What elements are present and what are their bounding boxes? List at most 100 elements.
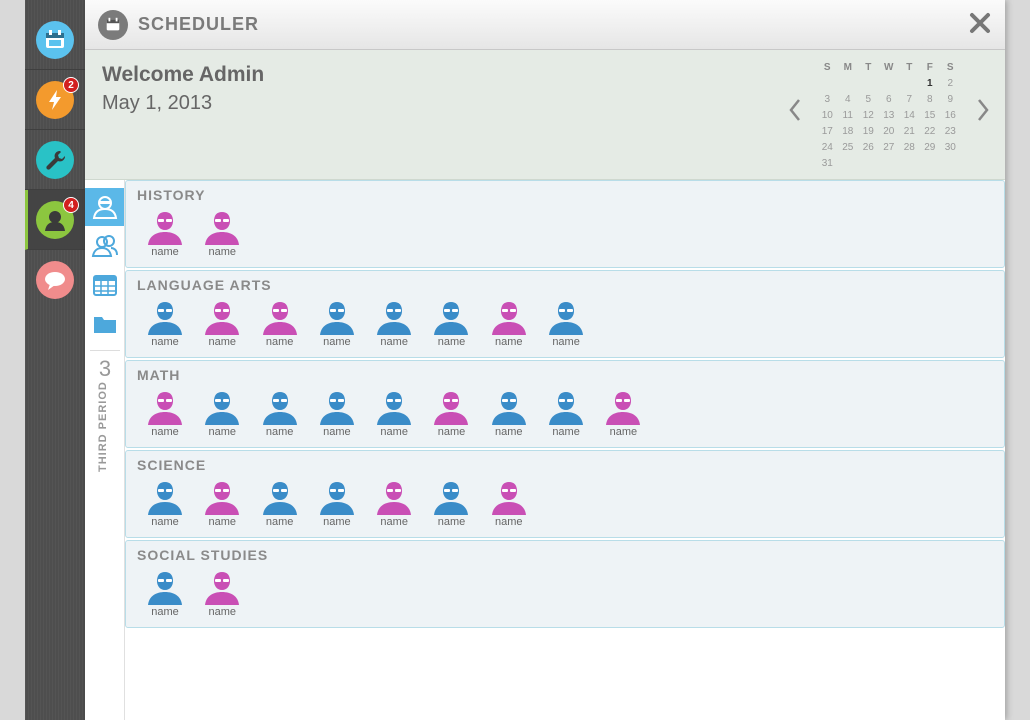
calendar-next-button[interactable] — [973, 95, 993, 125]
users-badge: 4 — [63, 197, 79, 213]
student-name: name — [265, 516, 294, 528]
calendar-day[interactable]: 24 — [817, 140, 838, 156]
rail-item-scheduler[interactable] — [25, 10, 85, 70]
calendar-day[interactable]: 1 — [920, 76, 941, 92]
student-item[interactable]: name — [260, 301, 317, 348]
calendar-day[interactable]: 10 — [817, 108, 838, 124]
student-item[interactable]: name — [431, 301, 488, 348]
student-item[interactable]: name — [546, 391, 603, 438]
student-list: name name name name name name name — [145, 481, 546, 528]
student-item[interactable]: name — [145, 481, 202, 528]
tab-files[interactable] — [85, 305, 124, 343]
student-name: name — [437, 516, 466, 528]
calendar-day[interactable]: 15 — [920, 108, 941, 124]
student-item[interactable]: name — [145, 301, 202, 348]
calendar-day[interactable]: 9 — [940, 92, 961, 108]
rail-item-messages[interactable] — [25, 250, 85, 310]
app-rail: 2 4 — [25, 0, 85, 720]
title-bar: SCHEDULER — [85, 0, 1005, 50]
calendar-day[interactable]: 3 — [817, 92, 838, 108]
student-item[interactable]: name — [317, 301, 374, 348]
calendar-day[interactable]: 14 — [899, 108, 920, 124]
student-item[interactable]: name — [202, 571, 259, 618]
tab-groups[interactable] — [85, 227, 124, 265]
student-item[interactable]: name — [603, 391, 660, 438]
student-item[interactable]: name — [145, 391, 202, 438]
student-item[interactable]: name — [489, 481, 546, 528]
calendar-day[interactable]: 12 — [858, 108, 879, 124]
student-item[interactable]: name — [431, 481, 488, 528]
rail-item-users[interactable]: 4 — [25, 190, 85, 250]
student-item[interactable]: name — [202, 481, 259, 528]
calendar-day[interactable]: 28 — [899, 140, 920, 156]
calendar-empty-cell — [899, 156, 920, 172]
calendar-day[interactable]: 11 — [838, 108, 859, 124]
student-item[interactable]: name — [374, 481, 431, 528]
student-item[interactable]: name — [374, 301, 431, 348]
student-avatar-icon — [377, 302, 412, 335]
calendar-day[interactable]: 22 — [920, 124, 941, 140]
student-item[interactable]: name — [374, 391, 431, 438]
student-item[interactable]: name — [260, 481, 317, 528]
student-name: name — [151, 246, 179, 258]
welcome-header: Welcome Admin May 1, 2013 SMTWTFS1234567… — [85, 50, 1005, 180]
subject-title: MATH — [137, 367, 181, 383]
student-name: name — [208, 426, 237, 438]
student-name: name — [151, 426, 179, 438]
student-avatar-icon — [205, 302, 240, 335]
calendar-day[interactable]: 19 — [858, 124, 879, 140]
group-icon — [91, 235, 118, 257]
calendar-day[interactable]: 31 — [817, 156, 838, 172]
student-avatar-icon — [606, 392, 641, 425]
close-button[interactable] — [969, 12, 991, 34]
rail-item-alerts[interactable]: 2 — [25, 70, 85, 130]
calendar-day[interactable]: 4 — [838, 92, 859, 108]
calendar-day[interactable]: 13 — [879, 108, 900, 124]
calendar-day[interactable]: 8 — [920, 92, 941, 108]
calendar-day[interactable]: 26 — [858, 140, 879, 156]
calendar-day[interactable]: 21 — [899, 124, 920, 140]
calendar-day[interactable]: 30 — [940, 140, 961, 156]
student-item[interactable]: name — [145, 211, 202, 258]
student-item[interactable]: name — [546, 301, 603, 348]
calendar-day[interactable]: 29 — [920, 140, 941, 156]
student-item[interactable]: name — [489, 301, 546, 348]
student-item[interactable]: name — [489, 391, 546, 438]
student-item[interactable]: name — [260, 391, 317, 438]
calendar-day[interactable]: 6 — [879, 92, 900, 108]
student-name: name — [380, 516, 408, 528]
calendar-day[interactable]: 25 — [838, 140, 859, 156]
calendar-day[interactable]: 16 — [940, 108, 961, 124]
calendar-day[interactable]: 17 — [817, 124, 838, 140]
student-name: name — [323, 336, 351, 348]
student-avatar-icon — [148, 482, 182, 515]
calendar-day[interactable]: 7 — [899, 92, 920, 108]
student-item[interactable]: name — [431, 391, 488, 438]
calendar-day[interactable]: 18 — [838, 124, 859, 140]
calendar-day[interactable]: 5 — [858, 92, 879, 108]
student-avatar-icon — [262, 302, 297, 335]
calendar-prev-button[interactable] — [785, 95, 805, 125]
subject-group: SOCIAL STUDIES name name — [125, 540, 1005, 628]
tab-students[interactable] — [85, 188, 124, 226]
calendar-day[interactable]: 27 — [879, 140, 900, 156]
student-item[interactable]: name — [317, 481, 374, 528]
calendar-day[interactable]: 23 — [940, 124, 961, 140]
student-item[interactable]: name — [145, 571, 202, 618]
student-item[interactable]: name — [202, 301, 259, 348]
rail-item-tools[interactable] — [25, 130, 85, 190]
calendar-empty-cell — [858, 76, 879, 92]
calendar-icon — [36, 21, 74, 59]
student-avatar-icon — [205, 392, 240, 425]
student-item[interactable]: name — [317, 391, 374, 438]
calendar-day[interactable]: 20 — [879, 124, 900, 140]
student-name: name — [208, 246, 237, 258]
calendar-empty-cell — [899, 76, 920, 92]
calendar-day[interactable]: 2 — [940, 76, 961, 92]
student-item[interactable]: name — [202, 391, 259, 438]
tab-calendar[interactable] — [85, 266, 124, 304]
student-name: name — [151, 606, 179, 618]
student-name: name — [495, 426, 523, 438]
student-item[interactable]: name — [202, 211, 259, 258]
student-name: name — [323, 426, 351, 438]
